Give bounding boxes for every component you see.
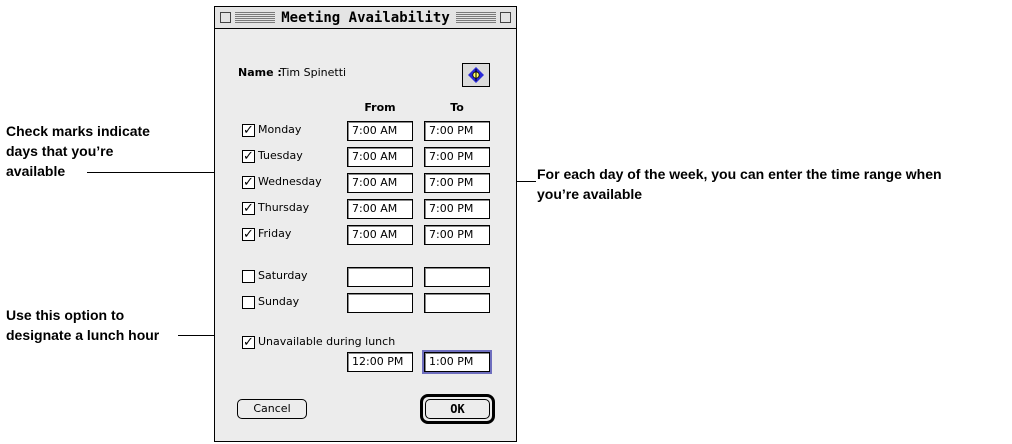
callout-line: Use this option to — [6, 307, 125, 323]
callout-line: Check marks indicate — [6, 123, 150, 139]
to-field-saturday[interactable] — [424, 267, 490, 287]
close-box[interactable] — [220, 12, 231, 23]
callout-line: designate a lunch hour — [6, 327, 160, 343]
from-field-sunday[interactable] — [347, 293, 413, 313]
from-column-header: From — [364, 101, 396, 114]
from-field-saturday[interactable] — [347, 267, 413, 287]
callout-line: For each day of the week, you can enter … — [537, 166, 942, 182]
window-title: Meeting Availability — [275, 9, 456, 26]
to-field-tuesday[interactable]: 7:00 PM — [424, 147, 490, 167]
name-label: Name : — [238, 66, 282, 79]
checkbox-wednesday[interactable]: ✓ — [242, 176, 255, 189]
checkbox-tuesday[interactable]: ✓ — [242, 150, 255, 163]
cancel-button[interactable]: Cancel — [237, 399, 307, 419]
lunch-to-field[interactable]: 1:00 PM — [422, 350, 492, 374]
checkbox-sunday[interactable] — [242, 296, 255, 309]
callout-line: available — [6, 163, 66, 179]
day-label: Thursday — [258, 201, 310, 214]
day-label: Tuesday — [258, 149, 303, 162]
day-label: Friday — [258, 227, 292, 240]
title-stripes — [455, 11, 497, 24]
day-label: Sunday — [258, 295, 300, 308]
to-field-monday[interactable]: 7:00 PM — [424, 121, 490, 141]
from-field-wednesday[interactable]: 7:00 AM — [347, 173, 413, 193]
from-field-thursday[interactable]: 7:00 AM — [347, 199, 413, 219]
from-field-tuesday[interactable]: 7:00 AM — [347, 147, 413, 167]
day-label: Saturday — [258, 269, 308, 282]
checkbox-unavailable-lunch[interactable]: ✓ — [242, 336, 255, 349]
checkbox-monday[interactable]: ✓ — [242, 124, 255, 137]
callout-line: you’re available — [537, 186, 643, 202]
lunch-from-field[interactable]: 12:00 PM — [347, 352, 413, 372]
checkbox-saturday[interactable] — [242, 270, 255, 283]
to-column-header: To — [450, 101, 464, 114]
ok-button-ring: OK — [420, 394, 495, 424]
day-label: Wednesday — [258, 175, 322, 188]
callout-line: days that you’re — [6, 143, 114, 159]
callout-time-range: For each day of the week, you can enter … — [537, 164, 942, 204]
to-field-wednesday[interactable]: 7:00 PM — [424, 173, 490, 193]
meeting-availability-window: Meeting Availability Name : Tim Spinetti… — [214, 6, 517, 442]
callout-leader — [87, 172, 230, 173]
info-compass-icon — [468, 67, 484, 83]
to-field-friday[interactable]: 7:00 PM — [424, 225, 490, 245]
checkbox-thursday[interactable]: ✓ — [242, 202, 255, 215]
ok-button[interactable]: OK — [425, 399, 490, 419]
checkbox-friday[interactable]: ✓ — [242, 228, 255, 241]
from-field-friday[interactable]: 7:00 AM — [347, 225, 413, 245]
day-label: Monday — [258, 123, 302, 136]
to-field-sunday[interactable] — [424, 293, 490, 313]
title-stripes — [235, 11, 276, 24]
zoom-box[interactable] — [500, 12, 512, 23]
lunch-label: Unavailable during lunch — [258, 335, 396, 348]
title-bar[interactable]: Meeting Availability — [215, 7, 516, 29]
name-value: Tim Spinetti — [280, 66, 347, 79]
to-field-thursday[interactable]: 7:00 PM — [424, 199, 490, 219]
info-button[interactable] — [462, 63, 490, 87]
from-field-monday[interactable]: 7:00 AM — [347, 121, 413, 141]
callout-lunch: Use this option to designate a lunch hou… — [6, 305, 159, 345]
